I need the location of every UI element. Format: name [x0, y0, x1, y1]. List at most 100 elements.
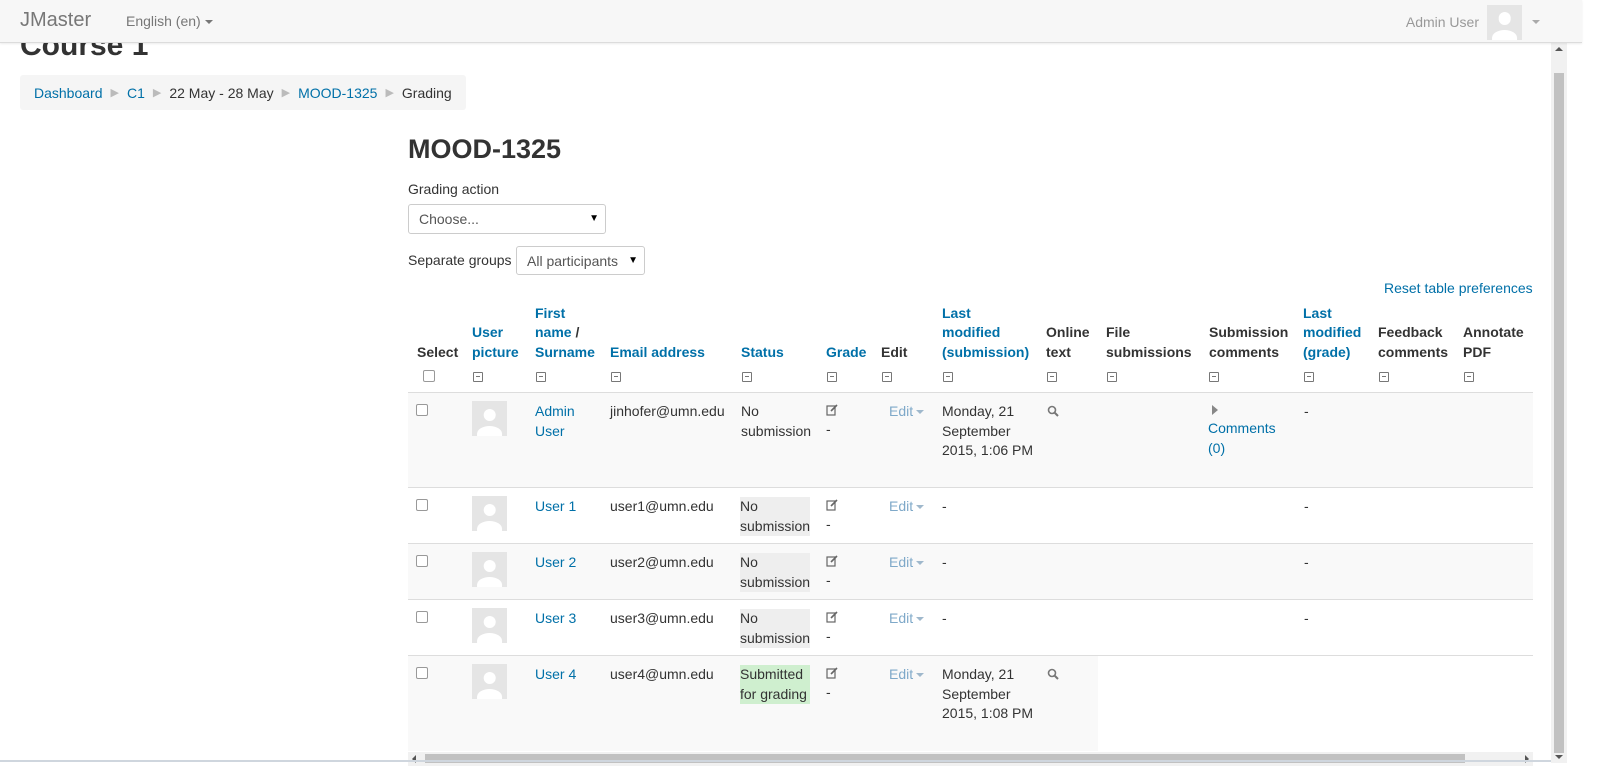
edit-grade-icon[interactable] — [826, 404, 838, 416]
collapse-column-icon[interactable] — [1047, 372, 1057, 382]
edit-grade-icon[interactable] — [826, 611, 838, 623]
view-online-text-icon[interactable] — [1047, 405, 1059, 417]
page-title: MOOD-1325 — [408, 134, 562, 164]
collapse-column-icon[interactable] — [536, 372, 546, 382]
header-submission-comments: Submission comments — [1209, 324, 1289, 360]
collapse-column-icon[interactable] — [742, 372, 752, 382]
row-select-checkbox[interactable] — [416, 499, 428, 511]
vertical-scroll-thumb[interactable] — [1554, 73, 1564, 753]
edit-grade-icon[interactable] — [826, 499, 838, 511]
row-select-checkbox[interactable] — [416, 404, 428, 416]
status-cell: No submission — [740, 609, 810, 648]
breadcrumb-separator-icon: ▶ — [110, 87, 119, 99]
user-avatar-icon — [1487, 4, 1522, 40]
edit-menu-link[interactable]: Edit — [889, 665, 925, 685]
chevron-down-icon — [1532, 20, 1540, 24]
collapse-column-icon[interactable] — [1464, 372, 1474, 382]
collapse-column-icon[interactable] — [473, 372, 483, 382]
collapse-column-icon[interactable] — [1304, 372, 1314, 382]
grading-action-label: Grading action — [408, 181, 500, 197]
edit-grade-icon[interactable] — [826, 555, 838, 567]
user-name-link[interactable]: Admin User — [535, 402, 595, 441]
header-last-modified-submission[interactable]: Last modified (submission) — [942, 304, 1029, 363]
user-menu[interactable]: Admin User — [1406, 4, 1540, 40]
header-first-name-surname[interactable]: First name / Surname — [535, 304, 595, 363]
header-email-address[interactable]: Email address — [610, 343, 705, 363]
edit-menu-link[interactable]: Edit — [889, 497, 925, 517]
collapse-column-icon[interactable] — [1209, 372, 1219, 382]
last-modified-cell: - — [942, 610, 947, 626]
collapse-column-icon[interactable] — [611, 372, 621, 382]
status-cell: No submission — [740, 497, 810, 536]
select-all-checkbox[interactable] — [423, 370, 435, 382]
window-bottom-border — [0, 760, 1551, 762]
edit-grade-icon[interactable] — [826, 667, 838, 679]
chevron-down-icon — [204, 20, 213, 25]
header-select: Select — [417, 343, 459, 360]
user-name-link[interactable]: User 1 — [535, 497, 576, 517]
edit-menu-link[interactable]: Edit — [889, 609, 925, 629]
breadcrumb-separator-icon: ▶ — [281, 87, 291, 99]
user-picture-icon[interactable] — [472, 608, 507, 643]
collapse-column-icon[interactable] — [827, 372, 837, 382]
scroll-down-arrow-icon[interactable] — [1555, 755, 1563, 759]
breadcrumb-assignment[interactable]: MOOD-1325 — [298, 85, 377, 101]
header-file-submissions: File submissions — [1106, 324, 1192, 360]
email-cell: user3@umn.edu — [610, 610, 714, 626]
table-row: User 2 user2@umn.edu No submission - Edi… — [408, 544, 1533, 600]
grading-table: Select User picture First name / Surname Em… — [408, 300, 1533, 751]
collapse-column-icon[interactable] — [882, 372, 892, 382]
header-user-picture[interactable]: User picture — [472, 323, 519, 362]
row-select-checkbox[interactable] — [416, 667, 428, 679]
user-name-link[interactable]: User 3 — [535, 609, 576, 629]
grade-value: - — [826, 516, 831, 532]
table-row: User 1 user1@umn.edu No submission - Edi… — [408, 488, 1533, 544]
user-picture-icon[interactable] — [472, 552, 507, 587]
last-modified-cell: - — [942, 498, 947, 514]
row-select-checkbox[interactable] — [416, 555, 428, 567]
collapse-column-icon[interactable] — [1379, 372, 1389, 382]
table-row: Admin User jinhofer@umn.edu No submissio… — [408, 393, 1533, 488]
user-picture-icon[interactable] — [472, 401, 507, 436]
separate-groups-label: Separate groups — [408, 252, 512, 268]
scroll-up-arrow-icon[interactable] — [1555, 47, 1563, 51]
horizontal-scrollbar[interactable] — [408, 752, 1533, 766]
status-cell: No submission — [740, 553, 810, 592]
collapse-column-icon[interactable] — [943, 372, 953, 382]
edit-menu-link[interactable]: Edit — [889, 402, 925, 422]
grade-modified-cell: - — [1304, 498, 1309, 514]
breadcrumb-dashboard[interactable]: Dashboard — [34, 85, 103, 101]
separate-groups-select[interactable]: All participants ▼ — [516, 246, 645, 275]
edit-menu-link[interactable]: Edit — [889, 553, 925, 573]
user-name-link[interactable]: User 4 — [535, 665, 576, 685]
header-online-text: Online text — [1046, 324, 1090, 360]
comments-link[interactable]: Comments (0) — [1208, 419, 1283, 458]
header-edit: Edit — [881, 343, 908, 360]
grade-modified-cell: - — [1304, 554, 1309, 570]
breadcrumb-course[interactable]: C1 — [127, 85, 145, 101]
table-row: User 4 user4@umn.edu Submitted for gradi… — [408, 656, 1098, 751]
site-brand-link[interactable]: JMaster — [20, 9, 91, 32]
user-picture-icon[interactable] — [472, 664, 507, 699]
grade-modified-cell: - — [1304, 403, 1309, 419]
header-status[interactable]: Status — [741, 343, 784, 363]
collapse-column-icon[interactable] — [1107, 372, 1117, 382]
breadcrumb-separator-icon: ▶ — [152, 87, 162, 99]
separate-groups-value: All participants — [527, 253, 619, 269]
row-select-checkbox[interactable] — [416, 611, 428, 623]
view-online-text-icon[interactable] — [1047, 668, 1059, 680]
header-grade[interactable]: Grade — [826, 343, 866, 363]
header-last-modified-grade[interactable]: Last modified (grade) — [1303, 304, 1361, 363]
vertical-scrollbar[interactable] — [1551, 43, 1567, 763]
user-name-link[interactable]: User 2 — [535, 553, 576, 573]
breadcrumb-section: 22 May - 28 May — [169, 84, 274, 101]
user-picture-icon[interactable] — [472, 496, 507, 531]
language-menu[interactable]: English (en) — [126, 13, 213, 29]
dropdown-arrow-icon: ▼ — [589, 213, 599, 224]
email-cell: user2@umn.edu — [610, 554, 714, 570]
grading-action-select[interactable]: Choose... ▼ — [408, 204, 606, 234]
submission-comments-toggle[interactable]: Comments (0) — [1208, 402, 1283, 458]
user-name: Admin User — [1405, 14, 1479, 30]
grade-value: - — [826, 572, 831, 588]
reset-table-preferences-link[interactable]: Reset table preferences — [1384, 280, 1533, 296]
